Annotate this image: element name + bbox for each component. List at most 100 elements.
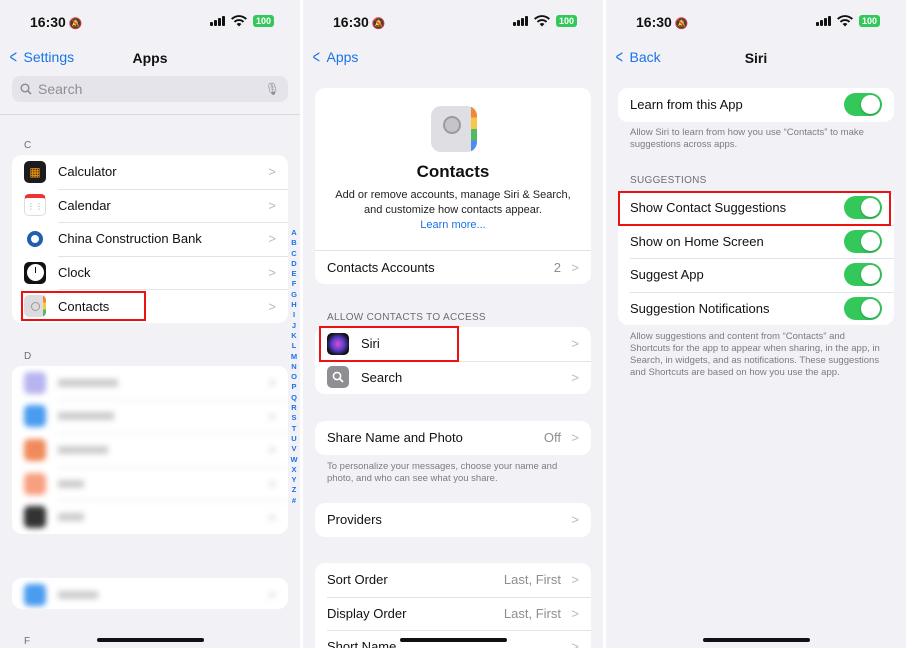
index-letter[interactable]: Z (292, 485, 297, 495)
learn-footer: Allow Siri to learn from how you use “Co… (630, 127, 864, 150)
chevron-right-icon: > (268, 197, 276, 213)
search-row[interactable]: Search > (315, 360, 591, 395)
suggest-app-toggle[interactable] (844, 263, 882, 287)
index-letter[interactable]: D (291, 259, 296, 269)
suggestion-notifications-row: Suggestion Notifications (618, 291, 894, 326)
index-letter[interactable]: Q (291, 393, 297, 403)
show-on-home-screen-toggle[interactable] (844, 229, 882, 253)
share-name-photo-row[interactable]: Share Name and Photo Off > (315, 421, 591, 455)
row-label: Share Name and Photo (327, 430, 463, 446)
index-letter[interactable]: P (291, 382, 296, 392)
chevron-right-icon: > (268, 265, 276, 281)
obscured-app-row[interactable]: > (12, 466, 288, 501)
index-letter[interactable]: F (292, 279, 297, 289)
learn-more-link[interactable]: Learn more... (315, 219, 591, 231)
obscured-app-row[interactable]: > (12, 578, 288, 609)
row-label: Suggest App (630, 267, 704, 283)
mute-bell-icon: 🔕 (68, 18, 83, 30)
apps-group-d-obscured: > > > > > (12, 366, 288, 534)
app-label: China Construction Bank (58, 231, 202, 247)
index-letter[interactable]: R (291, 403, 296, 413)
learn-from-app-row: Learn from this App (618, 88, 894, 122)
calculator-icon: ▦ (24, 160, 46, 183)
contacts-accounts-row[interactable]: Contacts Accounts 2 > (315, 250, 591, 284)
index-letter[interactable]: V (291, 444, 296, 454)
app-row-calendar[interactable]: ⋮⋮ Calendar > (12, 188, 288, 223)
highlight-siri (319, 326, 459, 362)
index-letter[interactable]: B (291, 238, 296, 248)
learn-group: Learn from this App (618, 88, 894, 122)
chevron-right-icon: > (268, 231, 276, 247)
mute-bell-icon: 🔕 (674, 18, 689, 30)
row-label: Contacts Accounts (327, 259, 435, 275)
chevron-right-icon: > (571, 259, 579, 275)
search-input[interactable]: Search 🎙 (12, 76, 288, 102)
index-letter[interactable]: H (291, 300, 296, 310)
bank-icon (24, 227, 46, 250)
suggestions-footer: Allow suggestions and content from “Cont… (630, 331, 880, 378)
index-letter[interactable]: O (291, 372, 297, 382)
index-letter[interactable]: S (291, 413, 296, 423)
mute-bell-icon: 🔕 (371, 18, 386, 30)
show-on-home-screen-row: Show on Home Screen (618, 224, 894, 259)
index-letter[interactable]: # (292, 496, 296, 506)
obscured-app-row[interactable]: > (12, 399, 288, 434)
share-footer: To personalize your messages, choose you… (327, 461, 558, 484)
sort-order-row[interactable]: Sort Order Last, First > (315, 563, 591, 597)
apps-group-e-obscured: > (12, 578, 288, 609)
back-button-apps[interactable]: < Apps (311, 48, 359, 66)
section-header-access: ALLOW CONTACTS TO ACCESS (327, 312, 486, 323)
obscured-app-row[interactable]: > (12, 366, 288, 400)
obscured-app-row[interactable]: > (12, 433, 288, 467)
index-letter[interactable]: J (292, 321, 296, 331)
sort-order-value: Last, First (503, 572, 561, 588)
chevron-right-icon: > (268, 164, 276, 180)
contacts-settings-screen: 16:30 🔕 100 < Apps Contacts Add or remove … (303, 0, 603, 648)
suggestion-notifications-toggle[interactable] (844, 297, 882, 321)
battery-icon: 100 (858, 15, 880, 27)
obscured-app-row[interactable]: > (12, 500, 288, 534)
chevron-right-icon: > (268, 298, 276, 314)
app-row-china-construction-bank[interactable]: China Construction Bank > (12, 222, 288, 256)
app-row-clock[interactable]: Clock > (12, 255, 288, 290)
app-description: Add or remove accounts, manage Siri & Se… (335, 189, 571, 216)
learn-from-app-toggle[interactable] (844, 93, 882, 117)
battery-icon: 100 (252, 15, 274, 27)
apps-list-screen: 16:30 🔕 100 < Settings Apps Search 🎙 C ▦ C… (0, 0, 300, 648)
index-letter[interactable]: Y (291, 475, 296, 485)
index-letter[interactable]: C (291, 249, 296, 259)
display-order-row[interactable]: Display Order Last, First > (315, 596, 591, 631)
row-label: Sort Order (327, 572, 388, 588)
wifi-icon (230, 15, 247, 27)
index-letter[interactable]: A (291, 228, 296, 238)
index-letter[interactable]: U (291, 434, 296, 444)
index-letter[interactable]: E (291, 269, 296, 279)
contacts-app-icon (431, 106, 477, 152)
status-time: 16:30 🔕 (30, 14, 83, 30)
index-letter[interactable]: W (290, 455, 297, 465)
status-bar: 16:30 🔕 100 (606, 12, 906, 32)
status-time: 16:30 🔕 (636, 14, 689, 30)
providers-row[interactable]: Providers > (315, 503, 591, 537)
app-row-calculator[interactable]: ▦ Calculator > (12, 155, 288, 189)
index-letter[interactable]: T (292, 424, 297, 434)
microphone-icon[interactable]: 🎙 (265, 82, 280, 96)
status-bar: 16:30 🔕 100 (0, 12, 300, 32)
index-letter[interactable]: I (293, 310, 295, 320)
index-letter[interactable]: G (291, 290, 297, 300)
row-label: Show on Home Screen (630, 233, 764, 249)
row-label: Search (361, 369, 403, 385)
index-letter[interactable]: X (291, 465, 296, 475)
display-order-value: Last, First (503, 605, 561, 621)
index-letter[interactable]: M (291, 352, 297, 362)
app-label: Calculator (58, 164, 117, 180)
alphabet-index[interactable]: A B C D E F G H I J K L M N O P Q R S T U V W X Y Z # (289, 228, 299, 506)
providers-group: Providers > (315, 503, 591, 537)
chevron-right-icon: > (571, 336, 579, 352)
app-info-card: Contacts Add or remove accounts, manage … (315, 88, 591, 284)
index-letter[interactable]: K (291, 331, 296, 341)
index-letter[interactable]: L (292, 341, 297, 351)
index-letter[interactable]: N (291, 362, 296, 372)
page-title: Siri (744, 50, 768, 66)
cellular-signal-icon (815, 16, 831, 26)
